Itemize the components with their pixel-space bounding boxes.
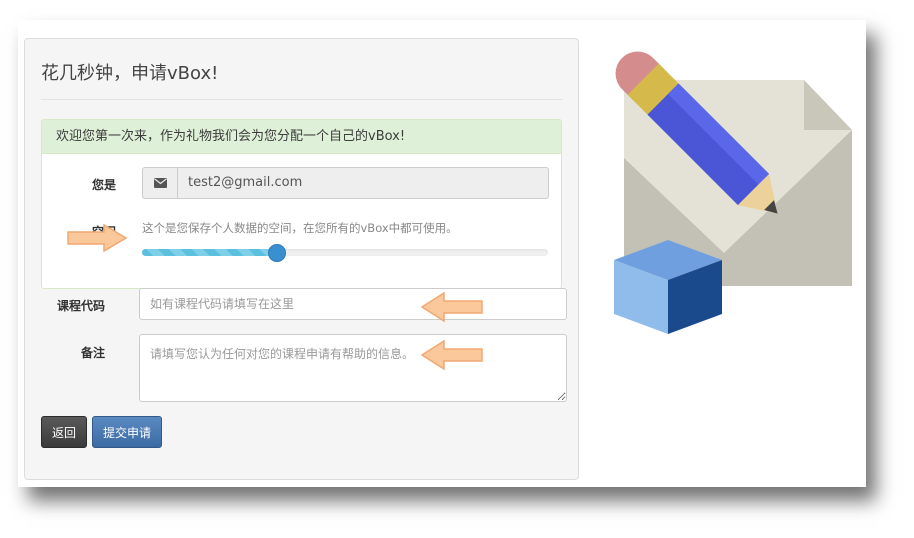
arrow-callout-icon [67, 223, 128, 253]
notes-textarea[interactable] [139, 334, 567, 402]
envelope-icon [153, 178, 167, 188]
user-label: 您是 [92, 178, 117, 192]
course-code-input[interactable] [139, 288, 567, 320]
course-code-label: 课程代码 [57, 299, 106, 313]
apply-vbox-panel: 花几秒钟，申请vBox! 欢迎您第一次来，作为礼物我们会为您分配一个自己的vBo… [24, 38, 579, 480]
submit-button[interactable]: 提交申请 [92, 416, 162, 448]
welcome-box: 欢迎您第一次来，作为礼物我们会为您分配一个自己的vBox! 您是 test2@g… [41, 119, 562, 289]
back-button[interactable]: 返回 [41, 416, 87, 448]
email-addon [143, 168, 178, 198]
pencil-paper-cube-illustration [614, 51, 852, 334]
arrow-callout-icon [420, 339, 483, 371]
space-slider[interactable] [142, 244, 548, 262]
email-field: test2@gmail.com [142, 167, 549, 199]
title-divider [41, 99, 562, 100]
cube-icon [614, 240, 722, 334]
space-slider-handle[interactable] [267, 244, 286, 262]
email-value: test2@gmail.com [188, 175, 303, 190]
space-hint: 这个是您保存个人数据的空间，在您所有的vBox中都可使用。 [142, 221, 458, 235]
page-title: 花几秒钟，申请vBox! [41, 63, 219, 84]
paper-fold [804, 80, 852, 130]
arrow-callout-icon [420, 291, 483, 323]
space-slider-fill [142, 249, 276, 256]
notes-label: 备注 [81, 346, 106, 360]
welcome-message: 欢迎您第一次来，作为礼物我们会为您分配一个自己的vBox! [42, 120, 561, 154]
